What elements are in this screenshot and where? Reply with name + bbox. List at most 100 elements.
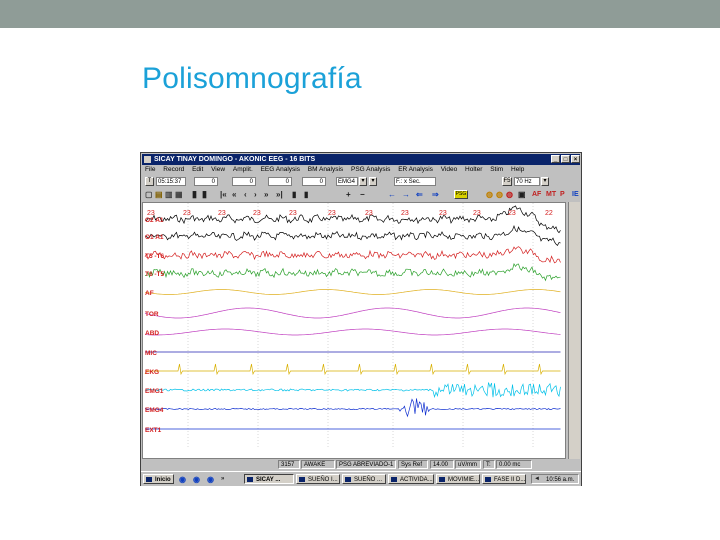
tool-dark-icon[interactable]: ▣ xyxy=(518,190,526,199)
next-page-icon[interactable]: › xyxy=(254,190,257,199)
channel-label[interactable]: O2 A1 xyxy=(145,217,164,224)
menu-er-analysis[interactable]: ER Analysis xyxy=(398,166,433,173)
arrow-right-icon[interactable]: → xyxy=(402,190,410,199)
channel-label[interactable]: EKG xyxy=(145,369,159,376)
task-movimiento[interactable]: MOVIMIE... xyxy=(436,474,480,484)
first-page-icon[interactable]: |« xyxy=(220,190,227,199)
t-button[interactable]: T xyxy=(145,177,154,186)
task-sueno-1[interactable]: SUEÑO I... xyxy=(296,474,340,484)
next-fast-icon[interactable]: » xyxy=(264,190,268,199)
vertical-scrollbar[interactable] xyxy=(568,202,580,459)
zoom-in-icon[interactable]: ▮ xyxy=(192,190,197,199)
f5-button[interactable]: F5 xyxy=(502,177,512,186)
arrow-double-right-icon[interactable]: ⇒ xyxy=(432,190,439,199)
add-marker-icon[interactable]: + xyxy=(346,190,351,199)
task-app-icon xyxy=(299,477,305,482)
offset-field-1[interactable]: 0 xyxy=(194,177,218,186)
open-folder-icon[interactable]: ▤ xyxy=(155,190,163,199)
menu-psg-analysis[interactable]: PSG Analysis xyxy=(351,166,390,173)
menu-record[interactable]: Record xyxy=(163,166,184,173)
toolbar-icons: ▢ ▤ ▥ ▦ ▮ ▮ |« « ‹ › » »| ▮ ▮ + − ← → ⇐ … xyxy=(142,189,580,201)
stage-marker: 23 xyxy=(439,210,447,217)
quicklaunch-desktop-icon[interactable]: ◉ xyxy=(207,475,214,484)
prev-fast-icon[interactable]: « xyxy=(232,190,236,199)
mt-button[interactable]: MT xyxy=(546,190,556,199)
channel-label[interactable]: EMG4 xyxy=(145,407,164,414)
arrow-double-left-icon[interactable]: ⇐ xyxy=(416,190,423,199)
quicklaunch-outlook-icon[interactable]: ◉ xyxy=(193,475,200,484)
offset-field-2[interactable]: 0 xyxy=(232,177,256,186)
stage-marker: 23 xyxy=(147,210,155,217)
menu-file[interactable]: File xyxy=(145,166,155,173)
channel-label[interactable]: EXT1 xyxy=(145,427,162,434)
montage-next-icon[interactable]: ▾ xyxy=(369,177,377,186)
minimize-button[interactable]: _ xyxy=(551,155,560,163)
stage-marker: 23 xyxy=(473,210,481,217)
task-sueno-2[interactable]: SUEÑO ... xyxy=(342,474,386,484)
filter-select[interactable]: F.: x Sec. xyxy=(394,177,436,186)
quicklaunch-more-icon[interactable]: » xyxy=(221,475,224,484)
close-button[interactable]: × xyxy=(571,155,580,163)
menu-amplit[interactable]: Amplit. xyxy=(233,166,253,173)
p-button[interactable]: P xyxy=(560,190,565,199)
channel-label[interactable]: T5 -T6 xyxy=(145,253,165,260)
task-sicay[interactable]: SICAY ... xyxy=(244,474,294,484)
montage-select[interactable]: EMG4 xyxy=(336,177,358,186)
channel-label[interactable]: O1 A1 xyxy=(145,234,164,241)
last-page-icon[interactable]: »| xyxy=(276,190,283,199)
menu-stim[interactable]: Stim xyxy=(490,166,503,173)
channel-label[interactable]: TOR xyxy=(145,311,159,318)
af-button[interactable]: AF xyxy=(532,190,541,199)
start-button[interactable]: Inicio xyxy=(143,474,174,484)
menu-view[interactable]: View xyxy=(211,166,225,173)
task-app-icon xyxy=(439,477,445,482)
maximize-button[interactable]: □ xyxy=(561,155,570,163)
task-label: FASE II D... xyxy=(494,477,526,483)
psg-button[interactable]: PSG xyxy=(454,190,468,199)
offset-field-3[interactable]: 0 xyxy=(268,177,292,186)
time-field[interactable]: 05:15:37 xyxy=(156,177,186,186)
menu-bm-analysis[interactable]: BM Analysis xyxy=(308,166,343,173)
remove-marker-icon[interactable]: − xyxy=(360,190,365,199)
status-t-label: T: xyxy=(483,460,495,469)
stage-marker: 22 xyxy=(545,210,553,217)
bookmark-icon[interactable]: ▮ xyxy=(292,190,296,199)
status-sync: Sys Ref xyxy=(398,460,428,469)
frequency-select[interactable]: 70 Hz xyxy=(514,177,540,186)
bookmark-2-icon[interactable]: ▮ xyxy=(304,190,308,199)
eeg-trace-panel[interactable]: O2 A1 O1 A1 T5 -T6 T6 -T5 AF TOR ABD MIC EKG EMG1… xyxy=(142,202,566,459)
channel-label[interactable]: T6 -T5 xyxy=(145,271,165,278)
quicklaunch-ie-icon[interactable]: ◉ xyxy=(179,475,186,484)
offset-field-4[interactable]: 0 xyxy=(302,177,326,186)
prev-page-icon[interactable]: ‹ xyxy=(244,190,247,199)
menu-video[interactable]: Video xyxy=(441,166,458,173)
menu-holter[interactable]: Holter xyxy=(465,166,482,173)
channel-label[interactable]: MIC xyxy=(145,350,157,357)
stage-marker: 23 xyxy=(365,210,373,217)
zoom-out-icon[interactable]: ▮ xyxy=(202,190,207,199)
save-icon[interactable]: ▦ xyxy=(175,190,183,199)
stage-marker: 23 xyxy=(508,210,516,217)
frequency-dropdown-icon[interactable]: ▾ xyxy=(541,177,549,186)
tool-orange-1-icon[interactable]: ◍ xyxy=(486,190,493,199)
new-file-icon[interactable]: ▢ xyxy=(145,190,153,199)
montage-dropdown-icon[interactable]: ▾ xyxy=(359,177,367,186)
channel-label[interactable]: AF xyxy=(145,290,154,297)
menu-help[interactable]: Help xyxy=(511,166,524,173)
menu-edit[interactable]: Edit xyxy=(192,166,203,173)
eeg-traces-svg: O2 A1 O1 A1 T5 -T6 T6 -T5 AF TOR ABD MIC EKG EMG1… xyxy=(144,203,561,448)
stage-marker: 23 xyxy=(183,210,191,217)
channel-label[interactable]: ABD xyxy=(145,330,159,337)
task-fase-ii[interactable]: FASE II D... xyxy=(482,474,526,484)
channel-label[interactable]: EMG1 xyxy=(145,388,164,395)
trace-emg4 xyxy=(144,398,561,418)
tool-red-icon[interactable]: ◍ xyxy=(506,190,513,199)
tool-orange-2-icon[interactable]: ◍ xyxy=(496,190,503,199)
menu-eeg-analysis[interactable]: EEG Analysis xyxy=(261,166,300,173)
status-study: PSG ABREVIADO-1 xyxy=(336,460,396,469)
arrow-left-icon[interactable]: ← xyxy=(388,190,396,199)
ie-button[interactable]: IE xyxy=(572,190,579,199)
print-icon[interactable]: ▥ xyxy=(165,190,173,199)
window-titlebar[interactable]: SICAY TINAY DOMINGO - AKONIC EEG - 16 BI… xyxy=(142,154,580,165)
task-actividad[interactable]: ACTIVIDA... xyxy=(388,474,434,484)
